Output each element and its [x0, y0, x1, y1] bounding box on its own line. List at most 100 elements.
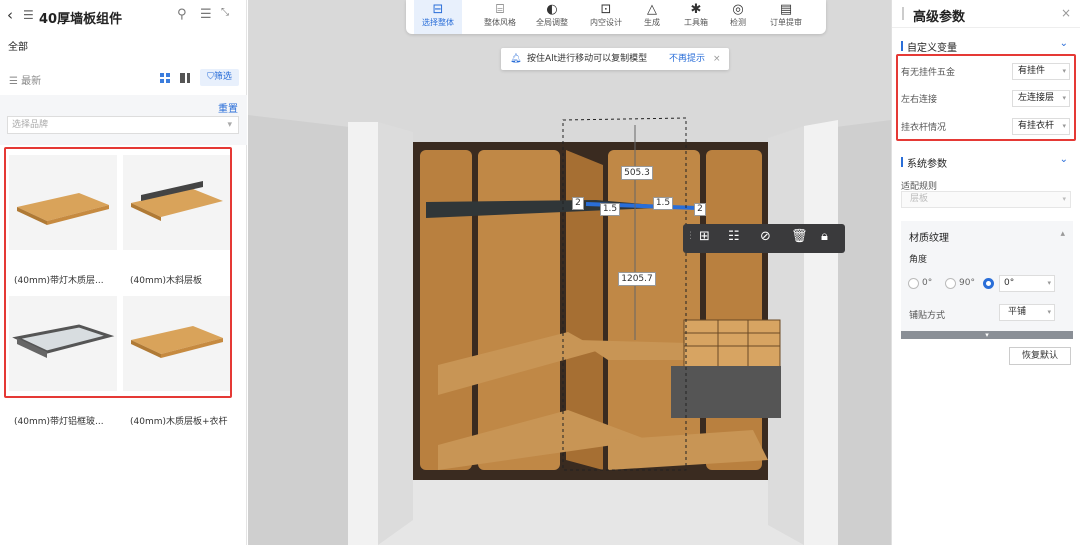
reset-button[interactable]: 重置 — [218, 100, 238, 115]
toolbar-global-adjust[interactable]: ◐ 全局调整 — [530, 0, 574, 34]
toolbar-toolbox[interactable]: ✱ 工具箱 — [678, 0, 714, 34]
toolbar-label: 工具箱 — [684, 18, 708, 27]
dimension-left[interactable]: 2 — [572, 197, 584, 210]
filter-label: 筛选 — [213, 72, 232, 82]
section-system-params[interactable]: 系统参数 — [901, 155, 947, 170]
angle-input[interactable]: 0° ▾ — [999, 275, 1055, 292]
toolbar-label: 内空设计 — [590, 18, 622, 27]
inner-space-icon: ⊡ — [600, 2, 612, 17]
chevron-down-icon[interactable]: ⌄ — [1060, 154, 1068, 165]
sort-row: ☰ 最新 ⛉筛选 — [0, 64, 247, 92]
select-whole-icon: ⊟ — [432, 2, 444, 17]
hide-icon[interactable]: ⊘ — [760, 229, 771, 244]
toolbar-inner-design[interactable]: ⊡ 内空设计 — [584, 0, 628, 34]
style-brush-icon: ⌸ — [496, 2, 504, 17]
sort-icon: ☰ — [9, 76, 22, 87]
brand-select[interactable]: 选择品牌 ▾ — [7, 116, 239, 134]
restore-default-button[interactable]: 恢复默认 — [1009, 347, 1071, 365]
toolbar-generate[interactable]: △ 生成 — [634, 0, 670, 34]
dimension-height[interactable]: 1205.7 — [618, 272, 656, 286]
grid-view-icon[interactable] — [160, 73, 170, 83]
dimension-right[interactable]: 2 — [694, 203, 706, 216]
toolbar-detect[interactable]: ◎ 检测 — [722, 0, 754, 34]
adapt-rule-value: 层板 — [910, 194, 929, 204]
angle-value: 0° — [1004, 278, 1015, 288]
product-name[interactable]: (40mm)带灯铝框玻... — [14, 414, 104, 427]
filter-area: 重置 选择品牌 ▾ — [0, 95, 247, 145]
right-header: 高级参数 × — [892, 0, 1080, 28]
align-icon[interactable]: ☷ — [728, 229, 740, 244]
section-title: 自定义变量 — [907, 43, 957, 54]
chevron-down-icon: ▾ — [227, 120, 232, 130]
delete-icon[interactable]: 🗑︎ — [791, 229, 808, 244]
chevron-down-icon: ▾ — [1047, 279, 1051, 287]
expand-bar[interactable]: ▾ — [901, 331, 1073, 339]
lock-icon[interactable]: 🔒︎ — [821, 229, 828, 244]
paving-value: 平铺 — [1008, 307, 1027, 317]
left-panel: ‹ ☰ 40厚墙板组件 ⚲ ☰ ⤡ 全部 ☰ 最新 ⛉筛选 重置 选择品牌 ▾ (… — [0, 0, 247, 545]
search-icon[interactable]: ⚲ — [177, 7, 187, 22]
angle-radio-0[interactable] — [908, 278, 919, 289]
toolbar-label: 选择整体 — [422, 18, 454, 27]
toolbar-select-whole[interactable]: ⊟ 选择整体 — [414, 0, 462, 34]
dimension-width[interactable]: 505.3 — [621, 166, 653, 180]
dismiss-hint-link[interactable]: 不再提示 — [669, 48, 705, 70]
brand-placeholder: 选择品牌 — [12, 120, 49, 130]
angle-label: 角度 — [909, 255, 928, 265]
drag-handle-icon[interactable]: ⋮ — [686, 231, 695, 241]
top-toolbar: ⊟ 选择整体 ⌸ 整体风格 ◐ 全局调整 ⊡ 内空设计 △ 生成 ✱ 工具箱 ◎ 检测 ▤ 订单… — [406, 0, 826, 34]
section-custom-vars[interactable]: 自定义变量 — [901, 39, 957, 54]
filter-icon: ⛉ — [207, 72, 214, 82]
chevron-down-icon: ▾ — [1062, 195, 1066, 203]
add-icon[interactable]: ⊞ — [699, 229, 710, 244]
panel-title: 高级参数 — [913, 10, 966, 25]
angle-radio-90[interactable] — [945, 278, 956, 289]
list-view-icon[interactable] — [180, 73, 190, 83]
paving-label: 铺贴方式 — [909, 311, 946, 321]
list-filter-icon[interactable]: ☰ — [200, 7, 212, 22]
toolbar-label: 整体风格 — [484, 18, 516, 27]
material-title: 材质纹理 — [909, 233, 949, 244]
menu-icon[interactable]: ☰ — [23, 8, 34, 22]
back-icon[interactable]: ‹ — [7, 6, 13, 24]
material-panel: 材质纹理 ▴ 角度 0° 90° 0° ▾ 铺贴方式 平铺 ▾ ▾ — [901, 221, 1073, 339]
3d-viewport[interactable]: 505.3 1205.7 1.5 1.5 2 2 — [248, 0, 891, 545]
paving-select[interactable]: 平铺 ▾ — [999, 304, 1055, 321]
highlight-box — [4, 147, 232, 398]
object-action-bar: ⋮ ⊞ ☷ ⊘ 🗑︎ 🔒︎ — [683, 224, 845, 253]
dimension-b[interactable]: 1.5 — [653, 197, 673, 210]
toolbar-label: 检测 — [730, 18, 746, 27]
sort-latest[interactable]: ☰ 最新 — [9, 72, 41, 87]
collapse-icon[interactable]: ⤡ — [221, 7, 229, 18]
generate-icon: △ — [647, 2, 657, 17]
section-title: 系统参数 — [907, 159, 947, 170]
dimension-a[interactable]: 1.5 — [600, 203, 620, 216]
palette-icon: ◐ — [546, 2, 558, 17]
category-all[interactable]: 全部 — [8, 38, 28, 53]
sort-latest-label: 最新 — [21, 76, 42, 87]
toolbar-label: 生成 — [644, 18, 660, 27]
chevron-down-icon: ▾ — [1047, 308, 1051, 316]
hint-notice: 🔔︎ 按住Alt进行移动可以复制模型 不再提示 × — [501, 48, 729, 70]
angle-option-90: 90° — [959, 278, 975, 288]
adapt-rule-select: 层板 ▾ — [901, 191, 1071, 208]
collapse-icon[interactable]: ▴ — [1060, 229, 1065, 239]
toolbar-style[interactable]: ⌸ 整体风格 — [478, 0, 522, 34]
panel-title: 40厚墙板组件 — [39, 12, 123, 27]
bell-icon: 🔔︎ — [510, 54, 522, 64]
close-icon[interactable]: × — [1061, 6, 1071, 20]
header-divider — [902, 7, 904, 20]
chevron-down-icon[interactable]: ⌄ — [1060, 38, 1068, 49]
toolbar-label: 订单提审 — [770, 18, 802, 27]
order-icon: ▤ — [779, 2, 793, 17]
close-icon[interactable]: × — [713, 48, 721, 70]
wardrobe-model — [248, 115, 891, 545]
filter-button[interactable]: ⛉筛选 — [200, 69, 239, 86]
angle-option-0: 0° — [922, 278, 933, 288]
angle-radio-custom[interactable] — [983, 278, 994, 289]
left-header: ‹ ☰ 40厚墙板组件 ⚲ ☰ ⤡ — [0, 0, 247, 34]
toolbar-order[interactable]: ▤ 订单提审 — [764, 0, 808, 34]
product-name[interactable]: (40mm)木质层板+衣杆 — [130, 414, 228, 427]
hint-message: 按住Alt进行移动可以复制模型 — [527, 54, 648, 64]
detect-icon: ◎ — [732, 2, 744, 17]
